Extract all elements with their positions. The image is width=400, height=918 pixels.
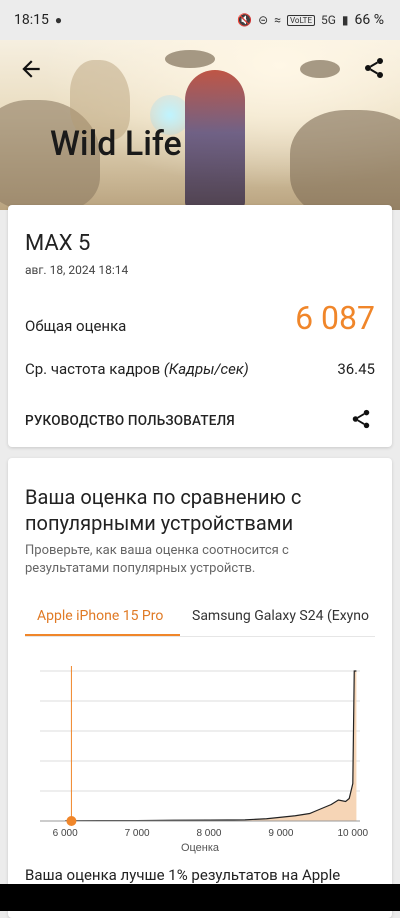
chart-x-axis-label: Оценка xyxy=(181,842,220,854)
message-icon: ● xyxy=(54,13,63,27)
battery-percent: 66 % xyxy=(354,12,384,28)
chart-tick-label: 10 000 xyxy=(338,828,369,839)
tab-apple-iphone-15-pro[interactable]: Apple iPhone 15 Pro xyxy=(37,608,163,624)
result-card: MAX 5 авг. 18, 2024 18:14 Общая оценка 6… xyxy=(8,205,392,447)
fps-unit: (Кадры/сек) xyxy=(163,360,249,378)
back-arrow-icon[interactable] xyxy=(18,56,44,82)
tab-samsung-galaxy-s24[interactable]: Samsung Galaxy S24 (Exyno xyxy=(192,608,369,624)
status-bar: 18:15 ● 🔇 ⊝ ≈ VoLTE 5G ▮ 66 % xyxy=(0,0,400,40)
hero-art xyxy=(290,110,400,210)
active-tab-indicator xyxy=(25,634,180,636)
result-date: авг. 18, 2024 18:14 xyxy=(25,263,129,277)
chart-user-score-point xyxy=(66,816,77,826)
chart-series-line xyxy=(65,670,357,822)
wifi-icon: ≈ xyxy=(274,13,281,27)
comparison-subtitle: Проверьте, как ваша оценка соотносится с… xyxy=(25,543,289,576)
share-icon[interactable] xyxy=(350,408,372,430)
comparison-result-text: Ваша оценка лучше 1% результатов на Appl… xyxy=(25,866,341,884)
chart-tick-label: 8 000 xyxy=(196,828,221,839)
fps-label: Ср. частота кадров (Кадры/сек) xyxy=(25,360,249,378)
status-time: 18:15 xyxy=(14,12,49,28)
user-guide-button[interactable]: РУКОВОДСТВО ПОЛЬЗОВАТЕЛЯ xyxy=(25,413,235,429)
navigation-bar xyxy=(0,884,400,911)
do-not-disturb-icon: ⊝ xyxy=(258,13,269,27)
device-name: MAX 5 xyxy=(25,231,91,256)
fps-value: 36.45 xyxy=(337,360,375,378)
comparison-title: Ваша оценка по сравнению с популярными у… xyxy=(25,485,302,535)
hero-banner: Wild Life xyxy=(0,40,400,210)
chart-tick-label: 9 000 xyxy=(268,828,293,839)
chart-tick-label: 6 000 xyxy=(53,828,78,839)
mute-icon: 🔇 xyxy=(237,13,253,27)
battery-icon: ▮ xyxy=(341,13,349,27)
share-icon[interactable] xyxy=(362,56,386,80)
fps-label-text: Ср. частота кадров xyxy=(25,360,164,378)
network-label: 5G xyxy=(321,13,336,27)
page-title: Wild Life xyxy=(50,124,182,164)
comparison-card: Ваша оценка по сравнению с популярными у… xyxy=(8,458,392,918)
chart-tick-label: 7 000 xyxy=(125,828,150,839)
device-tabs: Apple iPhone 15 Pro Samsung Galaxy S24 (… xyxy=(25,598,375,637)
hero-art xyxy=(185,70,245,210)
score-label: Общая оценка xyxy=(25,317,127,335)
hero-art xyxy=(165,50,215,68)
score-value: 6 087 xyxy=(295,299,375,337)
chart-area xyxy=(65,671,357,821)
volte-icon: VoLTE xyxy=(286,14,315,26)
score-distribution-chart: 6 000 7 000 8 000 9 000 10 000 Оценка xyxy=(40,666,369,854)
hero-art xyxy=(300,60,340,78)
